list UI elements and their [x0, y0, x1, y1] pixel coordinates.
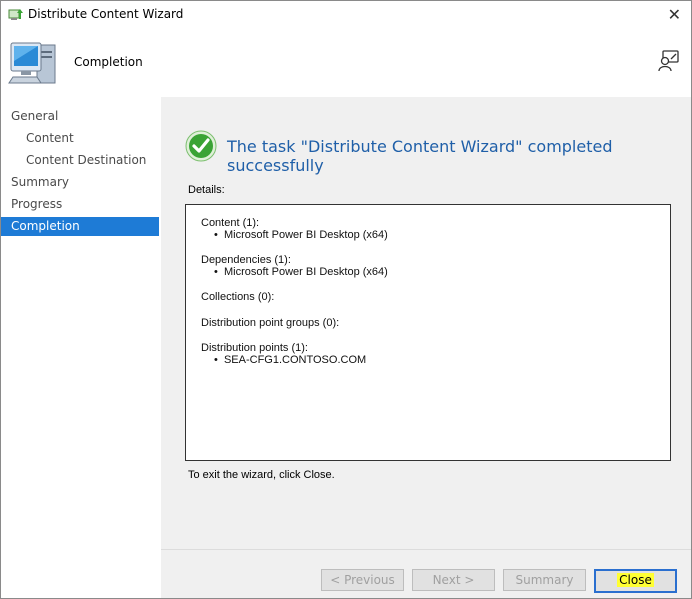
close-window-button[interactable]: ✕	[668, 5, 681, 24]
details-label: Details:	[188, 184, 225, 196]
window-title: Distribute Content Wizard	[28, 7, 184, 21]
status-message: The task "Distribute Content Wizard" com…	[227, 137, 613, 175]
exit-instruction: To exit the wizard, click Close.	[188, 469, 335, 481]
content-item: • Microsoft Power BI Desktop (x64)	[214, 229, 388, 241]
step-general: General	[11, 109, 59, 123]
computer-icon	[8, 42, 56, 84]
step-progress: Progress	[11, 197, 63, 211]
details-box[interactable]: Content (1): • Microsoft Power BI Deskto…	[185, 204, 671, 461]
step-content: Content	[26, 131, 74, 145]
dp-groups-heading: Distribution point groups (0):	[201, 317, 340, 329]
step-completion: Completion	[1, 217, 159, 236]
content-heading: Content (1):	[201, 217, 260, 229]
distribute-content-icon	[8, 9, 23, 20]
dp-heading: Distribution points (1):	[201, 342, 308, 354]
success-check-icon	[185, 130, 217, 162]
help-person-icon[interactable]	[657, 50, 679, 72]
dependencies-item: • Microsoft Power BI Desktop (x64)	[214, 266, 388, 278]
wizard-header: Completion	[1, 29, 691, 95]
title-bar: Distribute Content Wizard ✕	[1, 1, 691, 29]
next-button[interactable]: Next >	[412, 569, 495, 591]
close-button-label: Close	[617, 573, 654, 587]
wizard-window: Distribute Content Wizard ✕ Completion G…	[0, 0, 692, 599]
step-content-destination: Content Destination	[26, 153, 147, 167]
close-button[interactable]: Close	[594, 569, 677, 593]
dp-item: • SEA-CFG1.CONTOSO.COM	[214, 354, 367, 366]
completion-panel: The task "Distribute Content Wizard" com…	[161, 97, 691, 549]
wizard-steps-sidebar: General Content Content Destination Summ…	[1, 97, 159, 598]
dependencies-heading: Dependencies (1):	[201, 254, 291, 266]
previous-button[interactable]: < Previous	[321, 569, 404, 591]
wizard-footer: < Previous Next > Summary Close	[161, 549, 691, 598]
summary-button[interactable]: Summary	[503, 569, 586, 591]
collections-heading: Collections (0):	[201, 291, 275, 303]
page-title: Completion	[74, 55, 143, 69]
step-summary: Summary	[11, 175, 69, 189]
